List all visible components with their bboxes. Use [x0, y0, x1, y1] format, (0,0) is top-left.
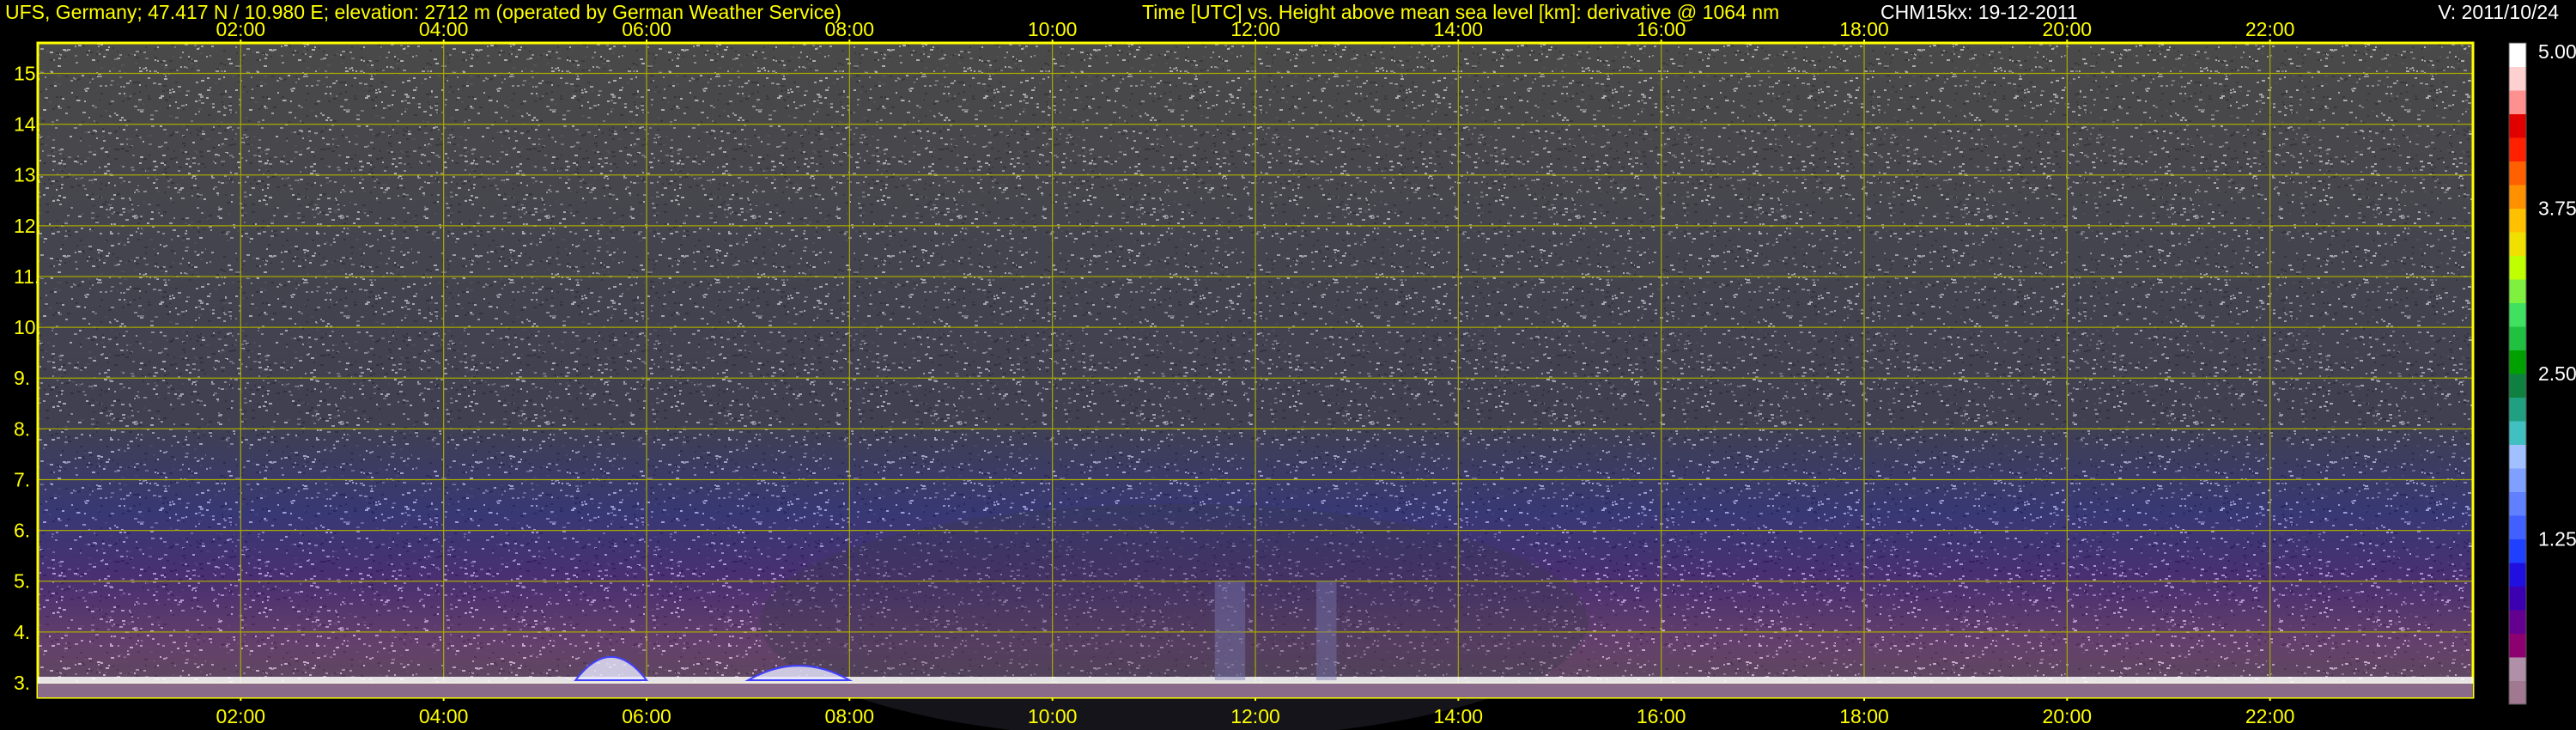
x-tick-label-bottom: 12:00	[1230, 705, 1280, 727]
colorbar-segment	[2509, 610, 2526, 634]
x-tick-label-bottom: 02:00	[216, 705, 266, 727]
x-tick-label-top: 06:00	[622, 18, 671, 40]
colorbar-segment	[2509, 279, 2526, 303]
colorbar-tick-label: 1.25	[2538, 528, 2576, 551]
y-tick-label: 14.	[14, 113, 41, 136]
colorbar-segment	[2509, 586, 2526, 611]
x-tick-label-bottom: 08:00	[825, 705, 875, 727]
colorbar-segment	[2509, 326, 2526, 350]
x-tick-label-bottom: 16:00	[1637, 705, 1686, 727]
x-tick-label-top: 10:00	[1028, 18, 1078, 40]
y-tick-label: 10.	[14, 316, 41, 338]
colorbar-segment	[2509, 302, 2526, 327]
colorbar-segment	[2509, 397, 2526, 422]
y-tick-label: 6.	[14, 520, 30, 542]
x-tick-label-top: 12:00	[1230, 18, 1280, 40]
colorbar-segment	[2509, 185, 2526, 209]
feature-precip-streak	[1315, 581, 1337, 681]
colorbar-segment	[2509, 468, 2526, 492]
y-tick-label: 3.	[14, 672, 30, 694]
x-tick-label-bottom: 18:00	[1839, 705, 1889, 727]
feature-low-layer	[38, 677, 2473, 684]
x-tick-label-top: 16:00	[1637, 18, 1686, 40]
colorbar-segment	[2509, 374, 2526, 398]
colorbar-segment	[2509, 90, 2526, 114]
feature-ground-band	[38, 684, 2473, 697]
y-tick-label: 4.	[14, 621, 30, 643]
colorbar-segment	[2509, 633, 2526, 658]
y-tick-label: 15.	[14, 62, 41, 84]
colorbar-tick-label: 2.50	[2538, 362, 2576, 385]
colorbar-segment	[2509, 255, 2526, 280]
x-tick-label-top: 14:00	[1434, 18, 1484, 40]
x-tick-label-bottom: 20:00	[2043, 705, 2093, 727]
x-tick-label-bottom: 04:00	[419, 705, 469, 727]
colorbar-segment	[2509, 563, 2526, 587]
y-tick-label: 9.	[14, 367, 30, 389]
colorbar-segment	[2509, 515, 2526, 539]
x-tick-label-top: 08:00	[825, 18, 875, 40]
colorbar-segment	[2509, 444, 2526, 469]
y-tick-label: 5.	[14, 570, 30, 593]
lidar-heatmap-chart: 02:00 04:00 06:00 08:00 10:00 12:00 14:00 16:00…	[14, 18, 2576, 730]
y-tick-label: 12.	[14, 215, 41, 237]
x-tick-label-top: 18:00	[1839, 18, 1889, 40]
colorbar-segment	[2509, 657, 2526, 681]
colorbar-tick-label: 5.00	[2538, 40, 2576, 63]
y-tick-label: 11.	[14, 265, 39, 288]
x-axis-top: 02:00 04:00 06:00 08:00 10:00 12:00 14:00 16:00…	[216, 18, 2295, 43]
colorbar-labels: 5.00 3.75 2.50 1.25	[2538, 40, 2576, 551]
colorbar-segment	[2509, 421, 2526, 445]
feature-precip-streak	[1214, 581, 1246, 681]
y-tick-label: 13.	[14, 164, 41, 186]
x-tick-label-bottom: 22:00	[2245, 705, 2295, 727]
colorbar-segment	[2509, 161, 2526, 186]
x-tick-label-bottom: 14:00	[1434, 705, 1484, 727]
x-tick-label-top: 04:00	[419, 18, 469, 40]
colorbar-segment	[2509, 66, 2526, 91]
colorbar-segment	[2509, 113, 2526, 138]
colorbar-segment	[2509, 538, 2526, 563]
colorbar	[2508, 42, 2527, 705]
colorbar-segment	[2509, 43, 2526, 67]
colorbar-segment	[2509, 680, 2526, 705]
colorbar-segment	[2509, 491, 2526, 516]
colorbar-segment	[2509, 232, 2526, 256]
x-tick-label-bottom: 06:00	[622, 705, 671, 727]
colorbar-segment	[2509, 137, 2526, 161]
x-tick-label-top: 22:00	[2245, 18, 2295, 40]
y-tick-label: 7.	[14, 468, 30, 490]
y-tick-label: 8.	[14, 417, 30, 440]
colorbar-segment	[2509, 350, 2526, 374]
colorbar-tick-label: 3.75	[2538, 198, 2576, 220]
x-tick-label-bottom: 10:00	[1028, 705, 1078, 727]
x-tick-label-top: 02:00	[216, 18, 266, 40]
colorbar-segment	[2509, 208, 2526, 233]
x-tick-label-top: 20:00	[2043, 18, 2093, 40]
